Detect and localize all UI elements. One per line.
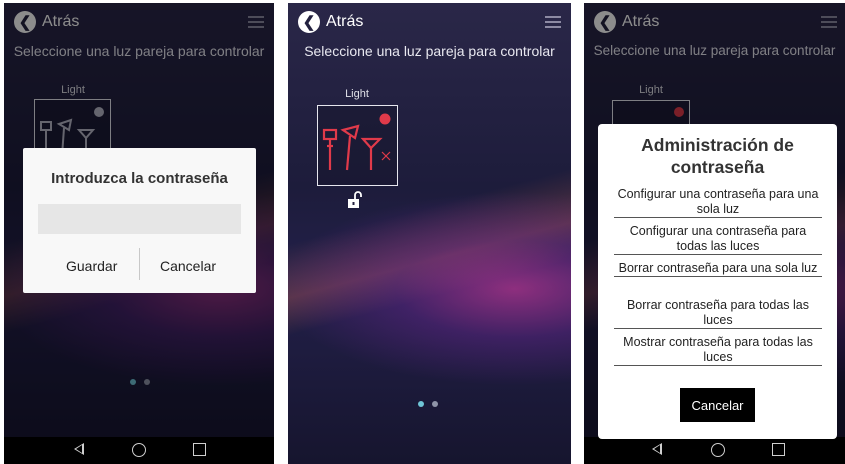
button-divider [139, 248, 140, 280]
unlocked-icon[interactable] [347, 191, 363, 209]
option-set-password-single[interactable]: Configurar una contraseña para una sola … [614, 187, 822, 218]
screen-password-entry: ❮ Atrás Seleccione una luz pareja para c… [4, 3, 274, 464]
cancel-button[interactable]: Cancelar [160, 258, 216, 274]
nav-home-icon[interactable] [711, 443, 725, 457]
save-button[interactable]: Guardar [66, 258, 117, 274]
android-nav-bar [4, 437, 274, 464]
page-dot-2[interactable] [432, 401, 438, 407]
option-set-password-all[interactable]: Configurar una contraseña para todas las… [614, 224, 822, 255]
nav-back-icon[interactable] [74, 443, 84, 455]
password-input[interactable] [38, 204, 241, 234]
lights-icon [322, 113, 391, 171]
device-label: Light [345, 88, 369, 100]
password-admin-dialog: Administración de contraseña Configurar … [598, 124, 837, 439]
screen-password-admin: ❮ Atrás Seleccione una luz pareja para c… [584, 3, 845, 464]
dialog-title: Administración de contraseña [641, 135, 794, 177]
back-arrow-icon[interactable]: ❮ [298, 11, 320, 33]
page-indicator [418, 401, 438, 407]
menu-icon[interactable] [545, 16, 561, 28]
nav-home-icon[interactable] [132, 443, 146, 457]
dialog-title: Introduzca la contraseña [51, 170, 228, 187]
option-delete-password-single[interactable]: Borrar contraseña para una sola luz [614, 261, 822, 277]
option-show-password-all[interactable]: Mostrar contraseña para todas las luces [614, 335, 822, 366]
option-delete-password-all[interactable]: Borrar contraseña para todas las luces [614, 298, 822, 329]
nav-recents-icon[interactable] [193, 443, 206, 456]
back-button-label[interactable]: Atrás [326, 13, 363, 31]
screen-select-light: ❮ Atrás Seleccione una luz pareja para c… [288, 3, 571, 464]
cancel-button[interactable]: Cancelar [680, 388, 755, 422]
top-bar: ❮ Atrás [288, 3, 571, 43]
android-nav-bar [584, 437, 845, 464]
password-dialog: Introduzca la contraseña Guardar Cancela… [23, 148, 256, 293]
device-card[interactable] [317, 105, 398, 186]
page-subtitle: Seleccione una luz pareja para controlar [304, 43, 555, 59]
page-dot-1[interactable] [418, 401, 424, 407]
nav-back-icon[interactable] [652, 443, 662, 455]
nav-recents-icon[interactable] [772, 443, 785, 456]
